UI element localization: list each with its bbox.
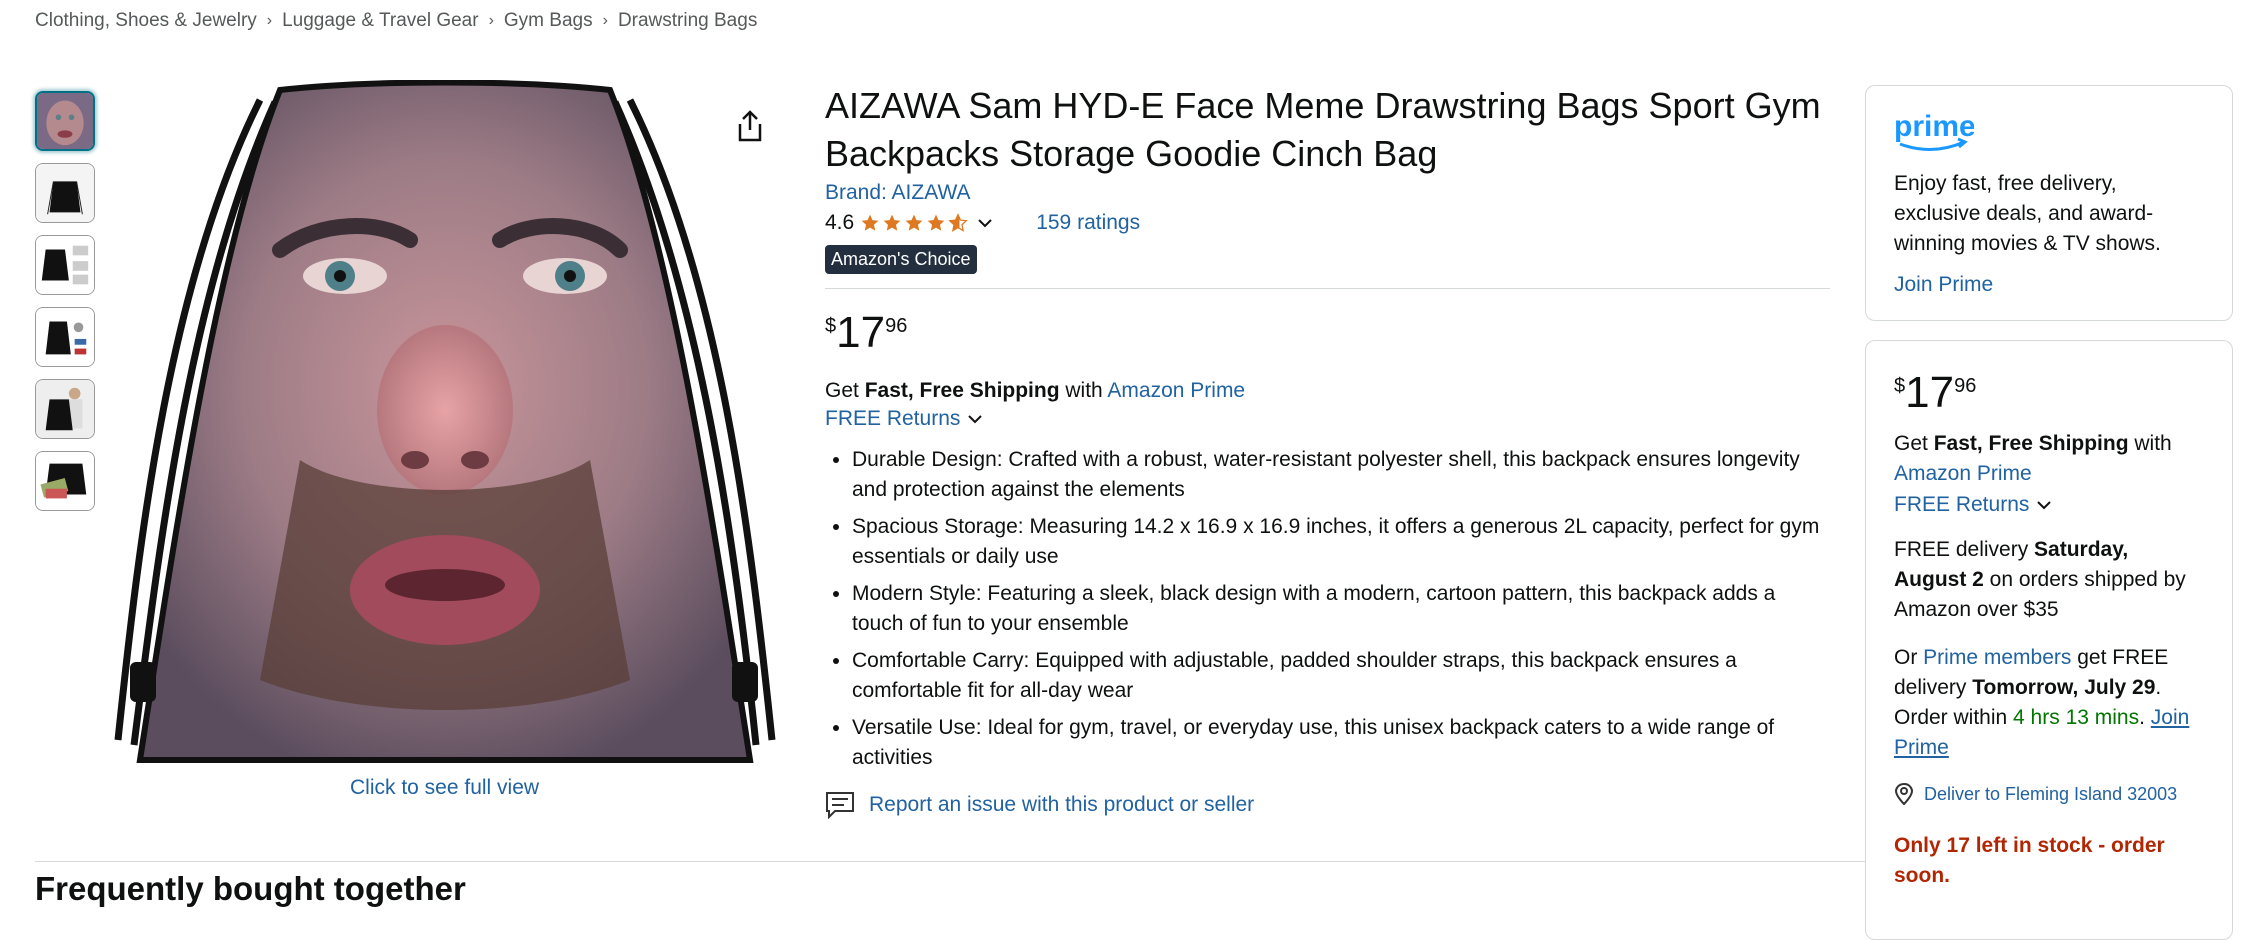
thumbnail-face[interactable] [35, 91, 95, 151]
prime-promo-box: prime Enjoy fast, free delivery, exclusi… [1865, 85, 2233, 321]
thumbnail-strip [35, 91, 95, 511]
buy-box: $ 17 96 Get Fast, Free Shipping with Ama… [1865, 340, 2233, 940]
deliver-to-link[interactable]: Deliver to Fleming Island 32003 [1894, 783, 2204, 805]
deliver-to-label: Deliver to Fleming Island 32003 [1924, 783, 2178, 804]
shipping-mid: with [2128, 432, 2172, 455]
star-rating[interactable] [860, 213, 968, 233]
feature-bullet: Versatile Use: Ideal for gym, travel, or… [852, 713, 1830, 773]
star-icon [927, 214, 945, 231]
star-icon [905, 214, 923, 231]
chevron-down-icon [968, 415, 983, 424]
join-prime-link[interactable]: Join Prime [1894, 273, 2204, 297]
free-returns-label: FREE Returns [825, 407, 961, 430]
shipping-prefix: Get [825, 379, 865, 402]
chevron-down-icon [2037, 501, 2052, 510]
price-symbol: $ [825, 315, 837, 337]
period-text: . [2139, 706, 2151, 729]
amazons-choice-badge: Amazon's Choice [825, 245, 977, 274]
rating-value: 4.6 [825, 211, 855, 234]
report-issue-link[interactable]: Report an issue with this product or sel… [825, 791, 1830, 819]
ratings-count-link[interactable]: 159 ratings [1036, 211, 1140, 235]
feedback-icon [826, 792, 854, 819]
thumbnail-bag-contents[interactable] [35, 451, 95, 511]
delivery-prefix: FREE delivery [1894, 538, 2035, 561]
breadcrumb-item[interactable]: Clothing, Shoes & Jewelry [35, 10, 257, 32]
breadcrumb-item[interactable]: Gym Bags [504, 10, 593, 32]
shipping-bold: Fast, Free Shipping [1933, 432, 2129, 455]
location-pin-icon [1894, 783, 1914, 805]
free-returns-link[interactable]: FREE Returns [825, 407, 1830, 431]
rating-row: 4.6 159 ratings [825, 211, 1830, 235]
shipping-bold: Fast, Free Shipping [864, 379, 1060, 402]
thumbnail-model[interactable] [35, 379, 95, 439]
breadcrumb-item[interactable]: Drawstring Bags [618, 10, 757, 32]
star-icon [861, 214, 879, 231]
or-text: Or [1894, 646, 1924, 669]
free-returns-link[interactable]: FREE Returns [1894, 493, 2204, 517]
prime-logo-icon: prime [1894, 110, 1976, 152]
share-icon[interactable] [732, 108, 768, 144]
price-whole: 17 [836, 308, 886, 357]
chevron-right-icon: › [488, 12, 494, 29]
full-view-link[interactable]: Click to see full view [350, 776, 539, 800]
chevron-right-icon: › [602, 12, 608, 29]
price-fraction: 96 [1954, 375, 1977, 397]
divider [825, 288, 1830, 289]
delivery-info: FREE delivery Saturday, August 2 on orde… [1894, 535, 2204, 625]
thumbnail-bag-dimensions[interactable] [35, 235, 95, 295]
thumbnail-black-bag[interactable] [35, 163, 95, 223]
price-symbol: $ [1894, 375, 1906, 397]
fast-delivery-date: Tomorrow, July 29 [1972, 676, 2156, 699]
shipping-mid: with [1059, 379, 1108, 402]
feature-bullet: Comfortable Carry: Equipped with adjusta… [852, 646, 1830, 706]
half-star-icon [948, 213, 968, 232]
star-icon [883, 214, 901, 231]
brand-link[interactable]: Brand: AIZAWA [825, 181, 1830, 205]
prime-promo-text: Enjoy fast, free delivery, exclusive dea… [1894, 172, 2161, 255]
breadcrumb: Clothing, Shoes & Jewelry › Luggage & Tr… [35, 10, 757, 32]
thumbnail-bag-items[interactable] [35, 307, 95, 367]
section-divider [35, 861, 1865, 862]
feature-bullets: Durable Design: Crafted with a robust, w… [825, 445, 1830, 773]
shipping-info: Get Fast, Free Shipping with Amazon Prim… [825, 379, 1830, 403]
fastest-delivery-info: Or Prime members get FREE delivery Tomor… [1894, 643, 2204, 763]
breadcrumb-item[interactable]: Luggage & Travel Gear [282, 10, 478, 32]
price-whole: 17 [1905, 368, 1955, 417]
feature-bullet: Spacious Storage: Measuring 14.2 x 16.9 … [852, 512, 1830, 572]
chevron-down-icon[interactable] [976, 214, 994, 232]
feature-bullet: Durable Design: Crafted with a robust, w… [852, 445, 1830, 505]
report-issue-label: Report an issue with this product or sel… [869, 793, 1255, 816]
chevron-right-icon: › [266, 12, 273, 29]
prime-logo-text: prime [1894, 110, 1974, 143]
stock-status: Only 17 left in stock - order soon. [1894, 834, 2165, 887]
feature-bullet: Modern Style: Featuring a sleek, black d… [852, 579, 1830, 639]
product-details: AIZAWA Sam HYD-E Face Meme Drawstring Ba… [825, 82, 1830, 819]
shipping-prefix: Get [1894, 432, 1934, 455]
prime-members-link[interactable]: Prime members [1923, 646, 2071, 669]
product-main-image[interactable] [110, 80, 780, 770]
amazon-prime-link[interactable]: Amazon Prime [1894, 462, 2032, 485]
amazon-prime-link[interactable]: Amazon Prime [1107, 379, 1245, 402]
buybox-shipping: Get Fast, Free Shipping with Amazon Prim… [1894, 429, 2204, 489]
buybox-price: $ 17 96 [1894, 369, 2204, 417]
product-title: AIZAWA Sam HYD-E Face Meme Drawstring Ba… [825, 85, 1821, 174]
countdown: 4 hrs 13 mins [2013, 706, 2140, 729]
price: $ 17 96 [825, 309, 1830, 357]
frequently-bought-heading: Frequently bought together [35, 870, 466, 907]
price-fraction: 96 [885, 315, 908, 337]
free-returns-label: FREE Returns [1894, 493, 2030, 516]
